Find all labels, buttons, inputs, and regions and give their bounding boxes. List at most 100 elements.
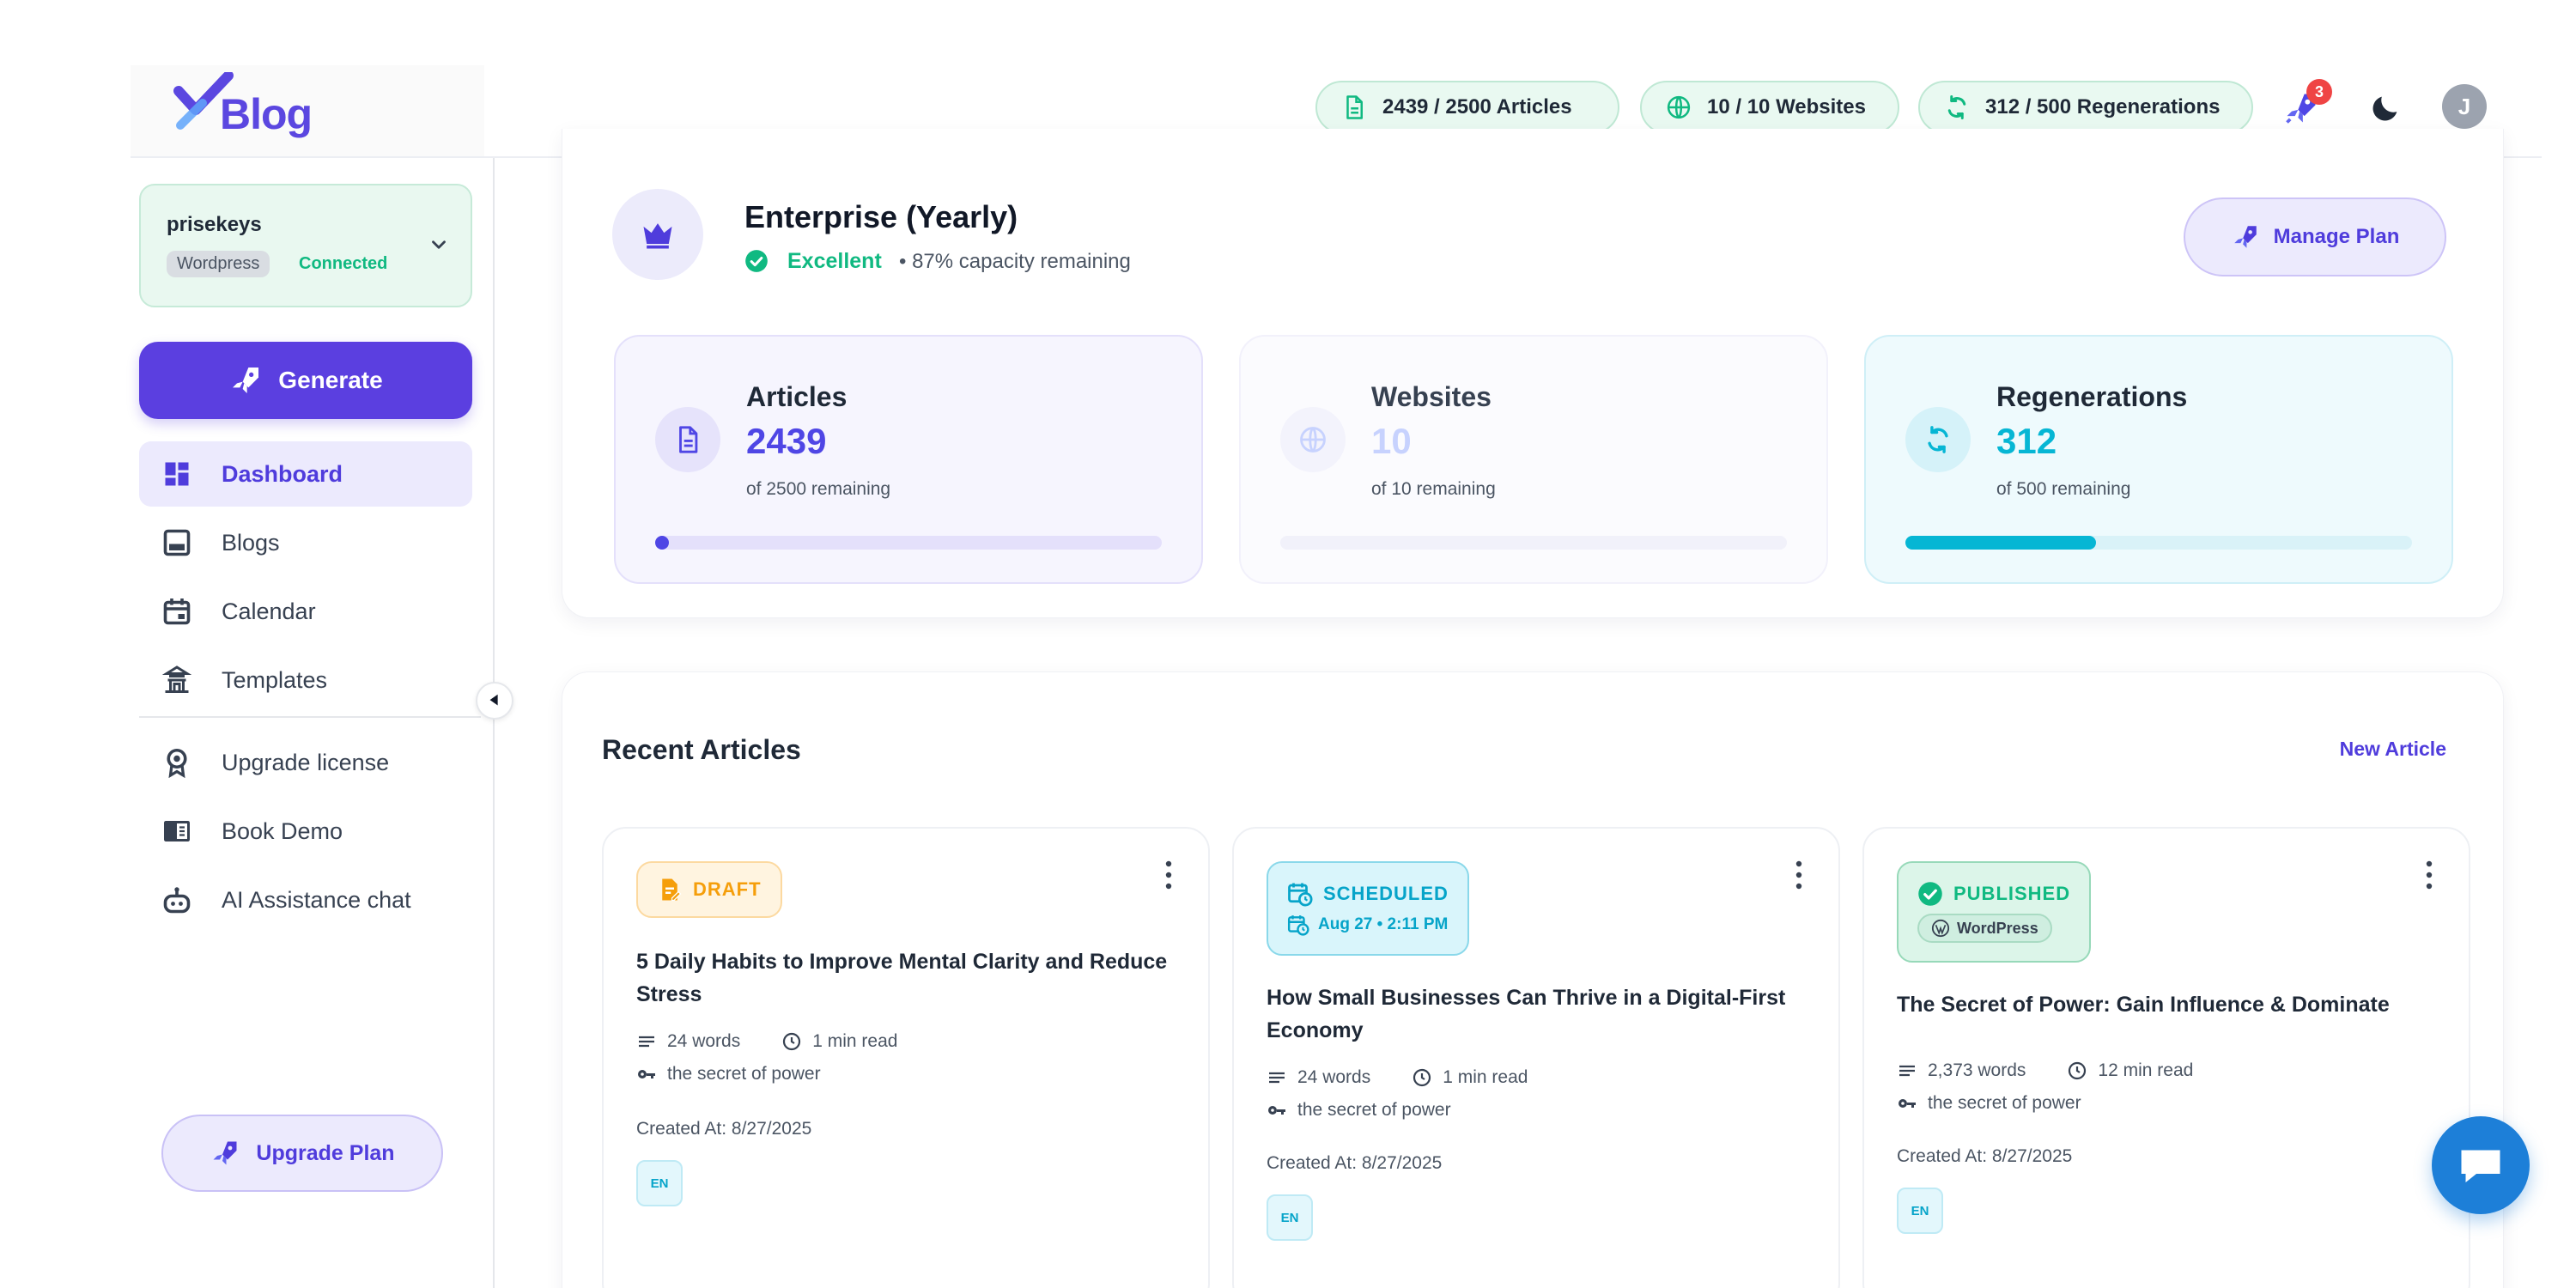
- sidebar-item-label: Book Demo: [222, 817, 343, 844]
- keyword-text: the secret of power: [1297, 1100, 1451, 1120]
- more-vertical-icon[interactable]: [2424, 860, 2434, 890]
- stat-label: Websites: [1371, 381, 1492, 412]
- plan-capacity: • 87% capacity remaining: [899, 250, 1131, 273]
- regenerations-quota-pill[interactable]: 312 / 500 Regenerations: [1918, 81, 2253, 134]
- upgrade-plan-button[interactable]: Upgrade Plan: [161, 1115, 443, 1192]
- sidebar-item-dashboard[interactable]: Dashboard: [139, 441, 472, 507]
- status-badge: PUBLISHED WordPress: [1897, 861, 2092, 963]
- stat-card-articles: Articles 2439 of 2500 remaining: [614, 335, 1203, 584]
- keyword-text: the secret of power: [1928, 1093, 2081, 1113]
- rocket-icon: [233, 368, 259, 393]
- article-meta: 24 words 1 min read: [636, 1031, 897, 1052]
- word-count: 24 words: [1297, 1067, 1371, 1087]
- manage-plan-button[interactable]: Manage Plan: [2184, 197, 2446, 276]
- new-article-link[interactable]: New Article: [2340, 738, 2446, 761]
- plan-health: Excellent: [787, 249, 882, 273]
- rocket-icon: [213, 1141, 237, 1165]
- recent-articles-section: Recent Articles New Article DRAFT 5 Dail…: [562, 671, 2504, 1288]
- document-icon: [1346, 95, 1363, 119]
- stat-progress-track: [1280, 536, 1787, 550]
- stat-progress-fill: [655, 536, 669, 550]
- calendar-clock-icon: [1288, 883, 1313, 907]
- article-keyword: the secret of power: [636, 1064, 821, 1084]
- status-badge: DRAFT: [636, 861, 782, 918]
- article-card[interactable]: SCHEDULED Aug 27 • 2:11 PM How Small Bus…: [1232, 827, 1840, 1288]
- section-title: Recent Articles: [602, 734, 801, 765]
- sidebar-item-templates[interactable]: Templates: [139, 647, 472, 713]
- logo-area: Blog: [131, 65, 484, 156]
- websites-quota-text: 10 / 10 Websites: [1707, 95, 1866, 118]
- plan-title: Enterprise (Yearly): [744, 199, 1018, 234]
- avatar[interactable]: J: [2442, 84, 2487, 129]
- key-icon: [638, 1070, 655, 1078]
- schedule-time: Aug 27 • 2:11 PM: [1318, 915, 1449, 933]
- stat-value: 10: [1371, 421, 1412, 461]
- key-icon: [1268, 1106, 1285, 1115]
- more-vertical-icon[interactable]: [1163, 860, 1174, 890]
- article-title[interactable]: The Secret of Power: Gain Influence & Do…: [1897, 988, 2438, 1021]
- chevron-down-icon[interactable]: [428, 234, 450, 256]
- articles-quota-pill[interactable]: 2439 / 2500 Articles: [1315, 81, 1619, 134]
- manage-plan-label: Manage Plan: [2273, 225, 2400, 248]
- site-selector[interactable]: prisekeys Wordpress Connected: [139, 184, 472, 307]
- stat-label: Articles: [746, 381, 848, 412]
- site-status: Connected: [299, 254, 388, 273]
- templates-icon: [161, 665, 192, 693]
- word-count: 24 words: [667, 1031, 741, 1051]
- check-circle-icon: [745, 250, 768, 272]
- stat-label: Regenerations: [1996, 381, 2188, 412]
- stat-progress-fill: [1905, 536, 2096, 550]
- sidebar-item-upgrade-license[interactable]: Upgrade license: [139, 730, 472, 795]
- websites-quota-pill[interactable]: 10 / 10 Websites: [1640, 81, 1899, 134]
- blogs-icon: [163, 529, 191, 556]
- article-card[interactable]: PUBLISHED WordPress The Secret of Power:…: [1862, 827, 2470, 1288]
- check-circle-icon: [1918, 882, 1942, 906]
- stat-progress-track: [655, 536, 1162, 550]
- site-platform-badge: Wordpress: [167, 251, 270, 277]
- keyword-text: the secret of power: [667, 1064, 821, 1084]
- stat-sub: of 10 remaining: [1371, 479, 1496, 499]
- notification-badge: 3: [2306, 79, 2332, 105]
- sidebar-item-label: Dashboard: [222, 460, 343, 487]
- more-vertical-icon[interactable]: [1794, 860, 1804, 890]
- sidebar-item-label: Calendar: [222, 598, 316, 624]
- article-title[interactable]: How Small Businesses Can Thrive in a Dig…: [1267, 981, 1807, 1047]
- sidebar-item-label: Upgrade license: [222, 749, 390, 775]
- read-time: 12 min read: [2098, 1060, 2194, 1080]
- stat-value: 312: [1996, 421, 2057, 461]
- language-badge: EN: [1897, 1188, 1943, 1234]
- stat-progress-track: [1905, 536, 2412, 550]
- articles-quota-text: 2439 / 2500 Articles: [1382, 95, 1572, 118]
- sidebar-item-blogs[interactable]: Blogs: [139, 510, 472, 575]
- status-text: SCHEDULED: [1323, 883, 1449, 904]
- article-title[interactable]: 5 Daily Habits to Improve Mental Clarity…: [636, 945, 1177, 1011]
- sidebar-item-book-demo[interactable]: Book Demo: [139, 799, 472, 864]
- moon-icon[interactable]: [2368, 91, 2403, 125]
- key-icon: [1899, 1099, 1916, 1108]
- upgrade-plan-label: Upgrade Plan: [256, 1140, 395, 1165]
- stat-icon: [655, 407, 720, 472]
- generate-label: Generate: [278, 367, 383, 393]
- plan-card: Enterprise (Yearly) Excellent • 87% capa…: [562, 129, 2504, 618]
- platform-label: WordPress: [1957, 919, 2038, 937]
- article-card[interactable]: DRAFT 5 Daily Habits to Improve Mental C…: [602, 827, 1210, 1288]
- robot-icon: [163, 887, 191, 914]
- crown-icon: [643, 223, 672, 249]
- read-time: 1 min read: [1443, 1067, 1528, 1087]
- sidebar-item-ai-assistance-chat[interactable]: AI Assistance chat: [139, 867, 472, 933]
- word-count: 2,373 words: [1928, 1060, 2026, 1080]
- logo[interactable]: Blog: [173, 72, 345, 149]
- collapse-sidebar-button[interactable]: [476, 682, 513, 720]
- status-text: DRAFT: [693, 878, 762, 900]
- rocket-icon: [2233, 226, 2257, 248]
- clock-icon: [2069, 1061, 2087, 1080]
- globe-icon: [1300, 427, 1326, 453]
- stat-icon: [1280, 407, 1346, 472]
- chat-button[interactable]: [2432, 1116, 2530, 1214]
- generate-button[interactable]: Generate: [139, 342, 472, 419]
- created-date: Created At: 8/27/2025: [1267, 1153, 1443, 1173]
- sidebar-item-calendar[interactable]: Calendar: [139, 579, 472, 644]
- stat-icon: [1905, 407, 1971, 472]
- article-keyword: the secret of power: [1897, 1093, 2081, 1114]
- document-icon: [679, 426, 698, 453]
